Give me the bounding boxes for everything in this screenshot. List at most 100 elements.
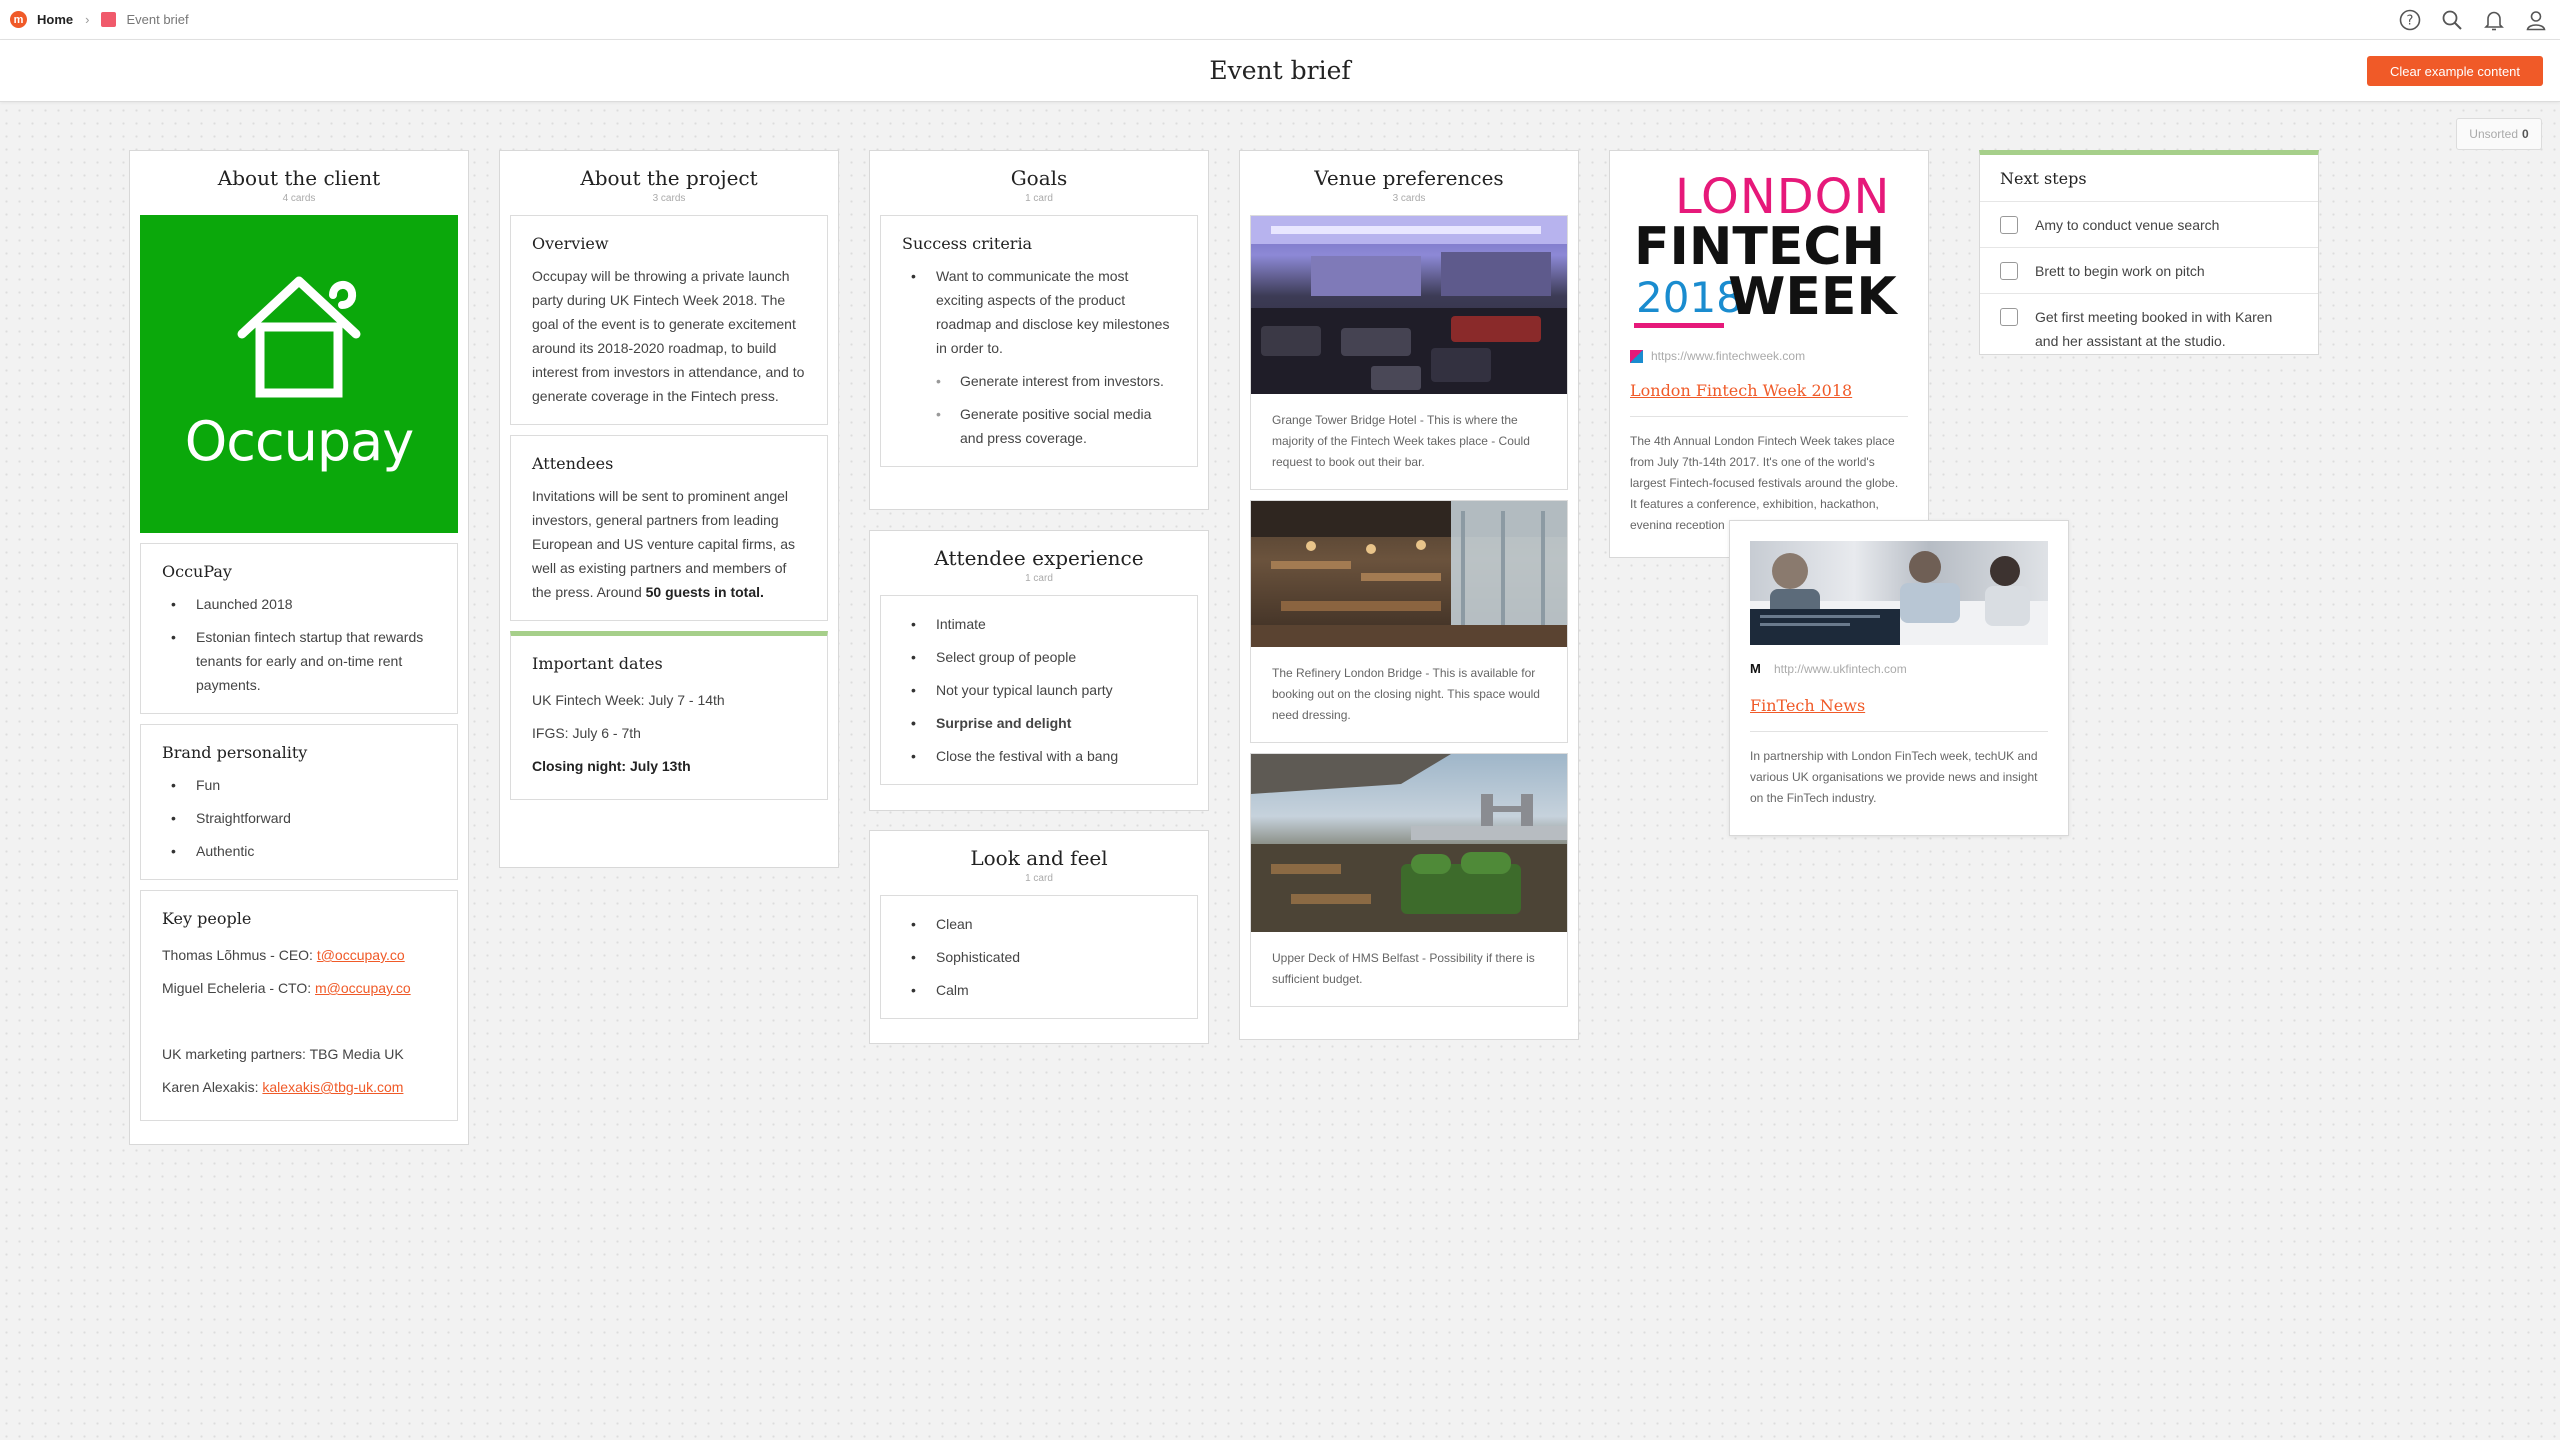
card-title: Brand personality bbox=[162, 743, 308, 762]
todo-checkbox[interactable] bbox=[2000, 216, 2018, 234]
column-venue-preferences[interactable]: Venue preferences 3 cards Grange Tower B… bbox=[1239, 150, 1579, 1040]
card-title: Important dates bbox=[532, 654, 663, 673]
person-line: Karen Alexakis: kalexakis@tbg-uk.com bbox=[162, 1071, 437, 1104]
card-title: Key people bbox=[162, 909, 252, 928]
card-occupay[interactable]: OccuPay Launched 2018 Estonian fintech s… bbox=[140, 543, 458, 714]
divider bbox=[1630, 416, 1908, 417]
list-item: Fun bbox=[162, 773, 437, 797]
link-title[interactable]: FinTech News bbox=[1750, 696, 2048, 715]
todo-label: Amy to conduct venue search bbox=[2035, 217, 2220, 233]
card-title: Attendees bbox=[532, 454, 614, 473]
nav-icons: ? bbox=[2398, 8, 2548, 32]
person-line: Miguel Echeleria - CTO: m@occupay.co bbox=[162, 972, 437, 1005]
todo-checkbox[interactable] bbox=[2000, 262, 2018, 280]
breadcrumb-home[interactable]: Home bbox=[37, 12, 73, 27]
breadcrumb-board[interactable]: Event brief bbox=[126, 12, 188, 27]
link-title[interactable]: London Fintech Week 2018 bbox=[1630, 381, 1908, 400]
people-at-laptop-illustration bbox=[1750, 551, 2048, 645]
partners-line: UK marketing partners: TBG Media UK bbox=[162, 1046, 404, 1062]
person-name: Karen Alexakis: bbox=[162, 1079, 263, 1095]
list-item: Launched 2018 bbox=[162, 592, 437, 616]
list-item: Sophisticated bbox=[902, 945, 1177, 969]
card-venue-grange-tower[interactable]: Grange Tower Bridge Hotel - This is wher… bbox=[1250, 215, 1568, 490]
list-item: Close the festival with a bang bbox=[902, 744, 1177, 768]
logo-text-week: WEEK bbox=[1728, 267, 1897, 327]
column-card-count: 3 cards bbox=[1392, 193, 1426, 204]
search-icon[interactable] bbox=[2440, 8, 2464, 32]
fintech-week-logo-image: LONDON FINTECH 2018 WEEK bbox=[1630, 169, 1908, 339]
clear-example-content-button[interactable]: Clear example content bbox=[2367, 56, 2543, 86]
logo-accent-bar bbox=[1634, 323, 1724, 328]
occupay-logo-image[interactable]: Occupay bbox=[140, 215, 458, 533]
card-attendee-experience[interactable]: Intimate Select group of people Not your… bbox=[880, 595, 1198, 785]
todo-item[interactable]: Amy to conduct venue search bbox=[1980, 201, 2318, 247]
email-link[interactable]: t@occupay.co bbox=[317, 947, 405, 963]
board-icon bbox=[101, 12, 117, 27]
card-success-criteria[interactable]: Success criteria Want to communicate the… bbox=[880, 215, 1198, 467]
person-name: Thomas Lõhmus - CEO: bbox=[162, 947, 317, 963]
card-title: Next steps bbox=[2000, 169, 2087, 188]
list-item: Calm bbox=[902, 978, 1177, 1002]
column-card-count: 1 card bbox=[1025, 873, 1053, 884]
date-line: IFGS: July 6 - 7th bbox=[532, 725, 641, 741]
card-look-and-feel[interactable]: Clean Sophisticated Calm bbox=[880, 895, 1198, 1019]
list-item: Surprise and delight bbox=[902, 711, 1177, 735]
column-look-and-feel[interactable]: Look and feel 1 card Clean Sophisticated… bbox=[869, 830, 1209, 1044]
list-item: Intimate bbox=[902, 612, 1177, 636]
help-icon[interactable]: ? bbox=[2398, 8, 2422, 32]
todo-item[interactable]: Brett to begin work on pitch bbox=[1980, 247, 2318, 293]
unsorted-button[interactable]: Unsorted 0 bbox=[2456, 118, 2542, 150]
column-title: Attendee experience bbox=[934, 546, 1144, 570]
person-line: Thomas Lõhmus - CEO: t@occupay.co bbox=[162, 939, 437, 972]
list-item: Estonian fintech startup that rewards te… bbox=[162, 625, 437, 697]
link-card-fintech-news[interactable]: M http://www.ukfintech.com FinTech News … bbox=[1729, 520, 2069, 836]
email-link[interactable]: kalexakis@tbg-uk.com bbox=[262, 1079, 403, 1095]
domain-text: https://www.fintechweek.com bbox=[1651, 349, 1806, 363]
card-venue-hms-belfast[interactable]: Upper Deck of HMS Belfast - Possibility … bbox=[1250, 753, 1568, 1007]
card-key-people[interactable]: Key people Thomas Lõhmus - CEO: t@occupa… bbox=[140, 890, 458, 1121]
list-item: Straightforward bbox=[162, 806, 437, 830]
notifications-icon[interactable] bbox=[2482, 8, 2506, 32]
column-title: Venue preferences bbox=[1314, 166, 1504, 190]
list-item: Select group of people bbox=[902, 645, 1177, 669]
link-domain: https://www.fintechweek.com bbox=[1630, 349, 1908, 363]
card-next-steps[interactable]: Next steps Amy to conduct venue search B… bbox=[1979, 150, 2319, 355]
card-brand-personality[interactable]: Brand personality Fun Straightforward Au… bbox=[140, 724, 458, 880]
restaurant-interior-illustration bbox=[1251, 501, 1567, 647]
card-important-dates[interactable]: Important dates UK Fintech Week: July 7 … bbox=[510, 631, 828, 800]
account-icon[interactable] bbox=[2524, 8, 2548, 32]
list-item: Generate interest from investors. bbox=[902, 369, 1177, 393]
deck-illustration bbox=[1251, 754, 1567, 932]
card-overview[interactable]: Overview Occupay will be throwing a priv… bbox=[510, 215, 828, 425]
card-venue-refinery[interactable]: The Refinery London Bridge - This is ava… bbox=[1250, 500, 1568, 743]
domain-text: http://www.ukfintech.com bbox=[1774, 661, 1907, 676]
link-card-london-fintech-week[interactable]: LONDON FINTECH 2018 WEEK https://www.fin… bbox=[1609, 150, 1929, 558]
list-item: Generate positive social media and press… bbox=[902, 402, 1177, 450]
card-attendees[interactable]: Attendees Invitations will be sent to pr… bbox=[510, 435, 828, 621]
column-attendee-experience[interactable]: Attendee experience 1 card Intimate Sele… bbox=[869, 530, 1209, 811]
divider bbox=[1750, 731, 2048, 732]
email-link[interactable]: m@occupay.co bbox=[315, 980, 411, 996]
medium-favicon-icon: M bbox=[1750, 661, 1761, 676]
todo-checkbox[interactable] bbox=[2000, 308, 2018, 326]
todo-label: Get first meeting booked in with Karen a… bbox=[2035, 309, 2273, 349]
column-card-count: 3 cards bbox=[652, 193, 686, 204]
column-about-the-project[interactable]: About the project 3 cards Overview Occup… bbox=[499, 150, 839, 868]
venue-photo-restaurant bbox=[1251, 501, 1567, 647]
venue-caption: Grange Tower Bridge Hotel - This is wher… bbox=[1272, 413, 1530, 469]
house-icon bbox=[237, 276, 361, 398]
app-logo-icon[interactable]: m bbox=[10, 11, 27, 28]
column-card-count: 1 card bbox=[1025, 193, 1053, 204]
card-body: Invitations will be sent to prominent an… bbox=[532, 484, 807, 604]
column-card-count: 4 cards bbox=[282, 193, 316, 204]
card-title: Success criteria bbox=[902, 234, 1033, 253]
todo-label: Brett to begin work on pitch bbox=[2035, 263, 2205, 279]
date-line: UK Fintech Week: July 7 - 14th bbox=[532, 692, 725, 708]
unsorted-label: Unsorted bbox=[2469, 127, 2518, 141]
column-goals[interactable]: Goals 1 card Success criteria Want to co… bbox=[869, 150, 1209, 510]
todo-item[interactable]: Get first meeting booked in with Karen a… bbox=[1980, 293, 2318, 363]
column-card-count: 1 card bbox=[1025, 573, 1053, 584]
column-about-the-client[interactable]: About the client 4 cards Occupay OccuPay… bbox=[129, 150, 469, 1145]
bar-interior-illustration bbox=[1251, 216, 1567, 394]
